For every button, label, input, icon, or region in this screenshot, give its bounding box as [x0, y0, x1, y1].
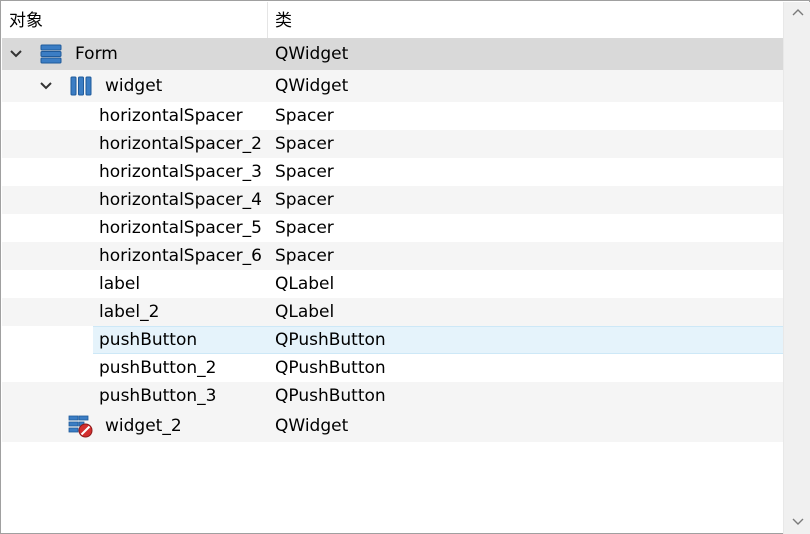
tree-row[interactable]: pushButton_3 QPushButton: [2, 382, 783, 410]
tree-item-class: QPushButton: [275, 358, 386, 378]
tree-item-name: pushButton_3: [99, 386, 217, 406]
tree-item-class: Spacer: [275, 190, 334, 210]
chevron-down-icon[interactable]: [39, 70, 53, 102]
tree-item-class: QWidget: [275, 416, 349, 436]
tree-item-name: horizontalSpacer_2: [99, 134, 262, 154]
tree-item-class: QLabel: [275, 274, 335, 294]
header-object-column[interactable]: 对象: [2, 2, 268, 38]
tree-item-name: horizontalSpacer_4: [99, 190, 262, 210]
tree-header: 对象 类: [2, 2, 783, 38]
tree-item-name: pushButton: [99, 330, 198, 350]
tree-item-name: widget_2: [105, 416, 182, 436]
tree-item-name: widget: [105, 76, 163, 96]
object-tree: Form QWidget widget QWidget horizontalSp…: [2, 38, 783, 442]
tree-item-name: label: [99, 274, 141, 294]
tree-item-class: QLabel: [275, 302, 335, 322]
tree-row-widget[interactable]: widget QWidget: [2, 70, 783, 102]
horizontal-layout-icon: [70, 70, 92, 102]
tree-item-name: Form: [75, 44, 118, 64]
tree-item-name: horizontalSpacer_3: [99, 162, 262, 182]
tree-row[interactable]: horizontalSpacer_4 Spacer: [2, 186, 783, 214]
tree-item-class: Spacer: [275, 246, 334, 266]
tree-row[interactable]: label QLabel: [2, 270, 783, 298]
tree-row[interactable]: horizontalSpacer_5 Spacer: [2, 214, 783, 242]
tree-item-class: QPushButton: [275, 386, 386, 406]
tree-row[interactable]: pushButton_2 QPushButton: [2, 354, 783, 382]
form-layout-icon: [40, 38, 62, 70]
tree-row[interactable]: horizontalSpacer_3 Spacer: [2, 158, 783, 186]
tree-row-hovered[interactable]: pushButton QPushButton: [2, 326, 783, 354]
object-inspector: 对象 类 Form QWidget widget QWidget horizon…: [0, 0, 810, 534]
tree-item-class: QPushButton: [275, 330, 386, 350]
tree-row[interactable]: horizontalSpacer_2 Spacer: [2, 130, 783, 158]
tree-item-class: Spacer: [275, 218, 334, 238]
tree-row[interactable]: horizontalSpacer Spacer: [2, 102, 783, 130]
tree-row-widget-2[interactable]: widget_2 QWidget: [2, 410, 783, 442]
tree-item-class: Spacer: [275, 106, 334, 126]
tree-item-name: label_2: [99, 302, 160, 322]
chevron-down-icon[interactable]: [9, 38, 23, 70]
tree-item-class: Spacer: [275, 162, 334, 182]
tree-item-name: pushButton_2: [99, 358, 217, 378]
tree-item-class: QWidget: [275, 44, 349, 64]
tree-row[interactable]: horizontalSpacer_6 Spacer: [2, 242, 783, 270]
tree-item-class: QWidget: [275, 76, 349, 96]
vertical-scrollbar[interactable]: [783, 2, 810, 534]
tree-item-name: horizontalSpacer_6: [99, 246, 262, 266]
tree-row[interactable]: label_2 QLabel: [2, 298, 783, 326]
tree-row-form[interactable]: Form QWidget: [2, 38, 783, 70]
header-class-column[interactable]: 类: [268, 2, 783, 38]
tree-item-name: horizontalSpacer_5: [99, 218, 262, 238]
tree-item-name: horizontalSpacer: [99, 106, 243, 126]
scroll-down-icon[interactable]: [784, 512, 810, 532]
broken-layout-icon: [68, 410, 94, 442]
tree-item-class: Spacer: [275, 134, 334, 154]
scroll-up-icon[interactable]: [784, 2, 810, 22]
